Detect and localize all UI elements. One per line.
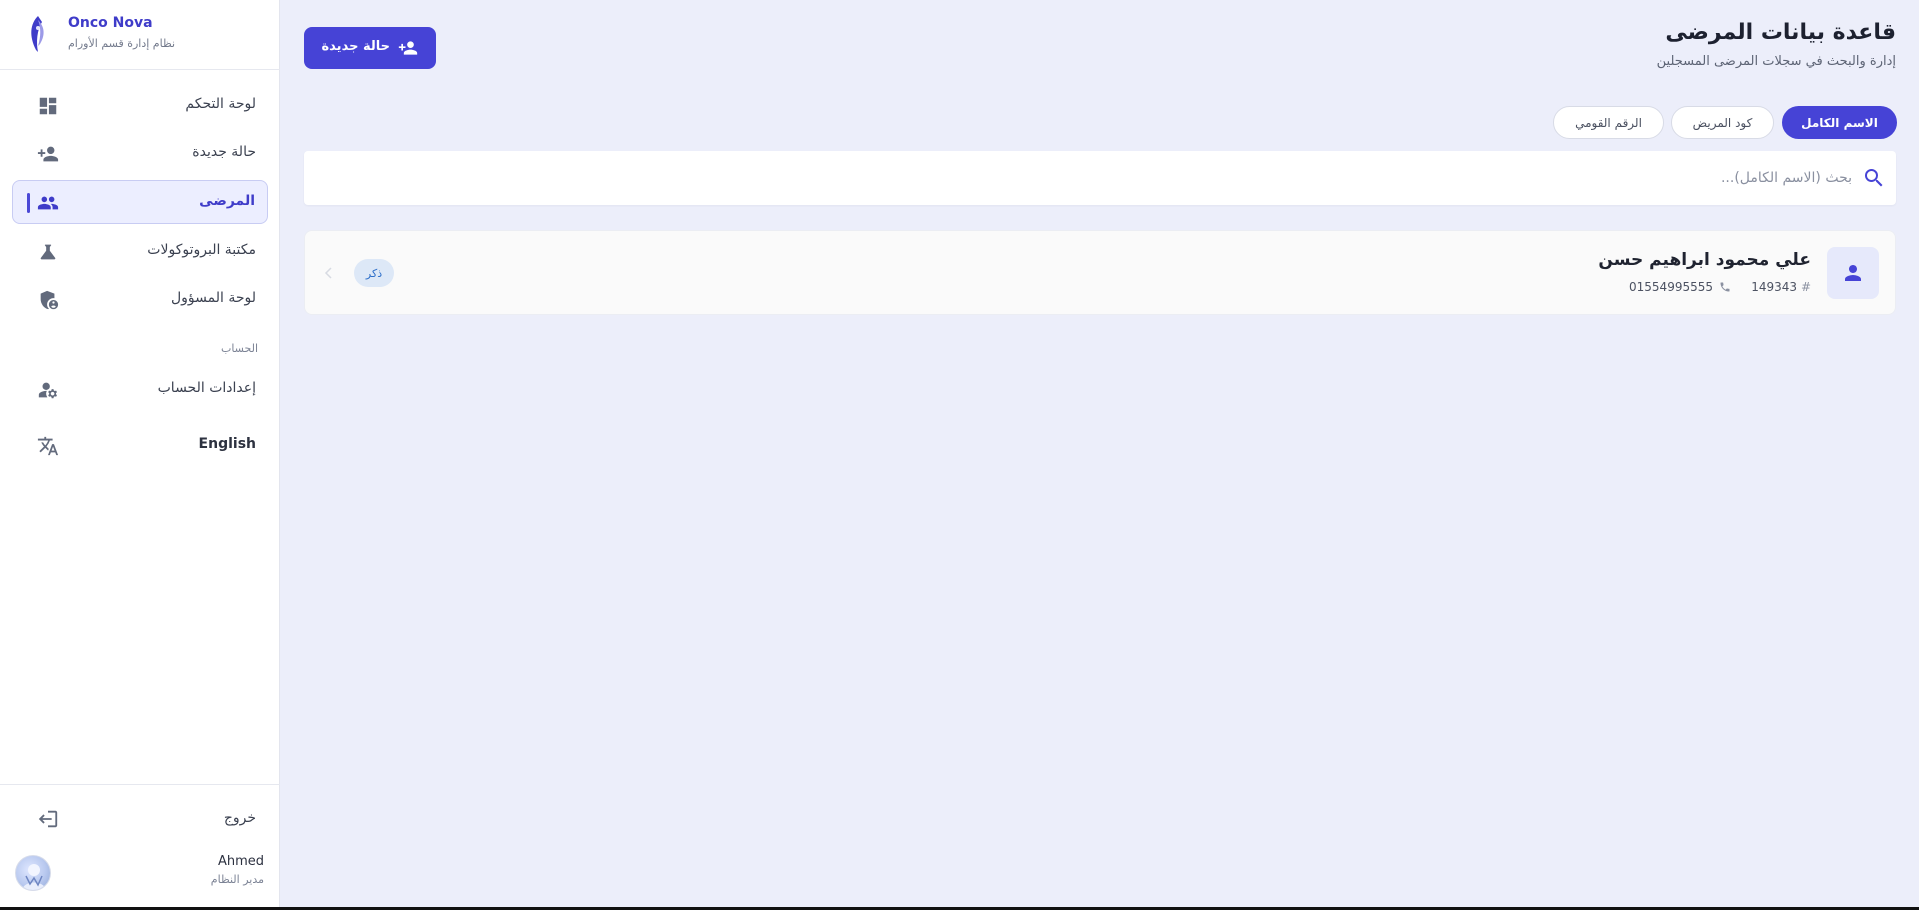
- logout-button[interactable]: خروج: [12, 799, 268, 839]
- active-indicator: [27, 193, 30, 213]
- user-name: Ahmed: [217, 854, 264, 869]
- sidebar-item-label: المرضى: [199, 193, 255, 209]
- onco-nova-logo-icon: [26, 14, 50, 54]
- chevron-left-icon[interactable]: [323, 265, 335, 279]
- person-icon: [1845, 265, 1861, 281]
- page-title: قاعدة بيانات المرضى: [1665, 20, 1896, 45]
- filter-chip-patient-code[interactable]: كود المريض: [1671, 106, 1774, 139]
- sidebar-item-patients[interactable]: المرضى: [12, 180, 268, 224]
- filter-chip-full-name[interactable]: الاسم الكامل: [1782, 106, 1897, 139]
- brand-header: Onco Nova نظام إدارة قسم الأورام: [0, 0, 280, 70]
- patient-avatar: [1827, 247, 1879, 299]
- person-add-icon: [398, 38, 418, 58]
- dashboard-icon: [37, 95, 59, 117]
- sidebar-item-label: لوحة التحكم: [185, 96, 256, 112]
- avatar[interactable]: [15, 855, 51, 891]
- sidebar-item-account-settings[interactable]: إعدادات الحساب: [12, 368, 268, 412]
- brand-subtitle: نظام إدارة قسم الأورام: [68, 37, 176, 50]
- gender-badge: ذكر: [354, 259, 394, 287]
- sidebar-item-label: حالة جديدة: [192, 144, 256, 160]
- sidebar-item-new-case[interactable]: حالة جديدة: [12, 132, 268, 176]
- sidebar-footer: خروج Ahmed مدير النظام: [0, 784, 280, 907]
- people-icon: [37, 192, 59, 214]
- patient-card[interactable]: علي محمود ابراهيم حسن # 149343 015549955…: [304, 230, 1896, 315]
- manage-account-icon: [37, 379, 59, 401]
- admin-shield-icon: [37, 289, 59, 311]
- user-role: مدير النظام: [210, 873, 264, 886]
- phone-icon: [1719, 281, 1731, 293]
- logout-label: خروج: [223, 810, 256, 826]
- sidebar-item-label: لوحة المسؤول: [170, 290, 256, 306]
- search-bar: [304, 151, 1896, 205]
- logout-icon: [37, 808, 59, 830]
- new-case-label: حالة جديدة: [321, 39, 391, 54]
- sidebar: Onco Nova نظام إدارة قسم الأورام لوحة ال…: [0, 0, 280, 907]
- new-case-button[interactable]: حالة جديدة: [304, 27, 436, 69]
- hash-icon: #: [1800, 280, 1811, 294]
- translate-icon: [37, 435, 59, 457]
- brand-name: Onco Nova: [68, 15, 153, 31]
- patient-name: علي محمود ابراهيم حسن: [1598, 250, 1811, 270]
- filter-chip-national-id[interactable]: الرقم القومي: [1553, 106, 1664, 139]
- sidebar-item-protocol-library[interactable]: مكتبة البروتوكولات: [12, 230, 268, 274]
- sidebar-item-label: مكتبة البروتوكولات: [147, 242, 256, 258]
- flask-icon: [37, 241, 59, 263]
- account-section-label: الحساب: [220, 342, 258, 355]
- sidebar-item-label: إعدادات الحساب: [157, 380, 256, 396]
- patient-phone: 01554995555: [1629, 280, 1713, 294]
- language-label: English: [198, 436, 256, 452]
- sidebar-item-admin-panel[interactable]: لوحة المسؤول: [12, 278, 268, 322]
- patient-code: 149343: [1751, 280, 1797, 294]
- person-add-icon: [37, 143, 59, 165]
- search-input[interactable]: [352, 151, 1852, 205]
- page-subtitle: إدارة والبحث في سجلات المرضى المسجلين: [1656, 54, 1896, 69]
- sidebar-item-dashboard[interactable]: لوحة التحكم: [12, 84, 268, 128]
- language-toggle[interactable]: English: [12, 424, 268, 468]
- search-icon[interactable]: [1862, 166, 1886, 190]
